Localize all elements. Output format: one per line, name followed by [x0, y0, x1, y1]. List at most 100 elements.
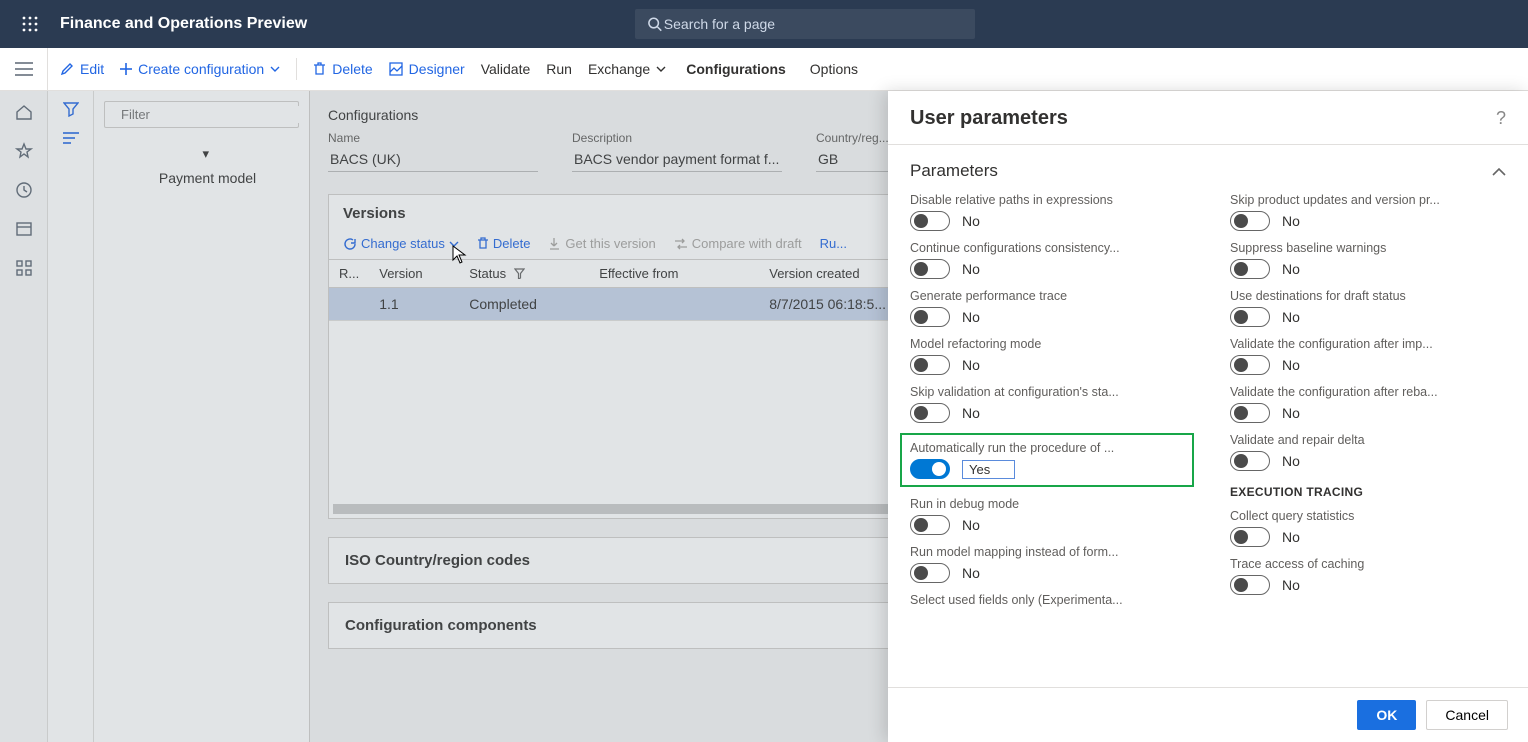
parameter-toggle[interactable] [910, 211, 950, 231]
parameter-toggle[interactable] [910, 307, 950, 327]
parameter-row: Trace access of caching No [1230, 557, 1510, 595]
parameter-row: Disable relative paths in expressions No [910, 193, 1190, 231]
hamburger-menu[interactable] [0, 48, 48, 90]
parameter-label: Suppress baseline warnings [1230, 241, 1510, 255]
parameter-value: No [962, 213, 980, 229]
parameter-toggle[interactable] [910, 563, 950, 583]
edit-button[interactable]: Edit [60, 61, 104, 77]
parameter-value: No [1282, 577, 1300, 593]
parameter-label: Validate the configuration after reba... [1230, 385, 1510, 399]
col-status[interactable]: Status [459, 260, 589, 288]
tree-filter[interactable] [104, 101, 299, 128]
col-r[interactable]: R... [329, 260, 369, 288]
download-icon [548, 237, 561, 250]
panel-title: User parameters [910, 107, 1068, 130]
designer-icon [389, 62, 403, 76]
parameter-value: No [962, 405, 980, 421]
modules-icon[interactable] [15, 259, 33, 280]
field-label-name: Name [328, 131, 538, 145]
parameter-value: No [1282, 357, 1300, 373]
parameter-label: Validate and repair delta [1230, 433, 1510, 447]
help-icon[interactable]: ? [1496, 108, 1506, 129]
chevron-up-icon[interactable] [1492, 164, 1506, 179]
field-value-name[interactable]: BACS (UK) [328, 145, 538, 172]
parameter-toggle[interactable] [910, 355, 950, 375]
parameter-toggle[interactable] [910, 515, 950, 535]
run-button[interactable]: Run [546, 61, 572, 77]
global-search[interactable] [635, 9, 975, 39]
parameter-value: No [962, 517, 980, 533]
list-lines-icon[interactable] [63, 132, 79, 147]
search-icon [647, 16, 662, 32]
parameter-toggle[interactable] [910, 259, 950, 279]
parameter-row: Validate the configuration after reba...… [1230, 385, 1510, 423]
parameter-value: Yes [962, 460, 1015, 479]
nav-tree-panel: ▾ Payment model BACS (UK) [48, 91, 310, 742]
parameter-label: Continue configurations consistency... [910, 241, 1190, 255]
home-icon[interactable] [15, 103, 33, 124]
parameter-toggle[interactable] [1230, 451, 1270, 471]
parameter-toggle[interactable] [1230, 527, 1270, 547]
delete-button[interactable]: Delete [313, 61, 372, 77]
designer-button[interactable]: Designer [389, 61, 465, 77]
col-effective[interactable]: Effective from [589, 260, 759, 288]
pencil-icon [60, 62, 74, 76]
tab-configurations[interactable]: Configurations [682, 61, 790, 77]
workspaces-icon[interactable] [15, 220, 33, 241]
parameter-label: Select used fields only (Experimenta... [910, 593, 1190, 607]
versions-delete-button[interactable]: Delete [477, 236, 531, 251]
field-value-description[interactable]: BACS vendor payment format f... [572, 145, 782, 172]
parameter-row: Skip product updates and version pr...No [1230, 193, 1510, 231]
parameter-toggle[interactable] [910, 403, 950, 423]
parameter-toggle[interactable] [1230, 355, 1270, 375]
global-search-input[interactable] [662, 15, 963, 33]
compare-icon [674, 238, 688, 250]
tree-node-payment-model[interactable]: ▾ Payment model [102, 140, 301, 742]
parameter-row: Continue configurations consistency... No [910, 241, 1190, 279]
exchange-button[interactable]: Exchange [588, 61, 666, 77]
parameter-value: No [962, 565, 980, 581]
star-icon[interactable] [15, 142, 33, 163]
execution-tracing-heading: EXECUTION TRACING [1230, 485, 1510, 499]
parameter-label: Disable relative paths in expressions [910, 193, 1190, 207]
app-launcher-icon[interactable] [12, 16, 48, 32]
parameter-row: Validate the configuration after imp...N… [1230, 337, 1510, 375]
parameter-row: Collect query statisticsNo [1230, 509, 1510, 547]
parameter-toggle[interactable] [1230, 259, 1270, 279]
parameter-value: No [1282, 453, 1300, 469]
parameter-toggle[interactable] [1230, 211, 1270, 231]
parameter-toggle[interactable] [1230, 307, 1270, 327]
chevron-down-icon [656, 66, 666, 72]
tree-filter-input[interactable] [119, 106, 299, 123]
parameter-row: Skip validation at configuration's sta..… [910, 385, 1190, 423]
parameter-value: No [1282, 261, 1300, 277]
parameter-label: Skip product updates and version pr... [1230, 193, 1510, 207]
parameter-row: Run in debug modeNo [910, 497, 1190, 535]
versions-run-button[interactable]: Ru... [820, 236, 847, 251]
validate-button[interactable]: Validate [481, 61, 531, 77]
create-configuration-button[interactable]: Create configuration [120, 61, 280, 77]
parameter-label: Trace access of caching [1230, 557, 1510, 571]
top-navbar: Finance and Operations Preview [0, 0, 1528, 48]
cancel-button[interactable]: Cancel [1426, 700, 1508, 730]
parameter-value: No [962, 261, 980, 277]
plus-icon [120, 63, 132, 75]
parameter-toggle[interactable] [1230, 403, 1270, 423]
parameter-value: No [1282, 309, 1300, 325]
left-rail [0, 91, 48, 742]
parameter-toggle[interactable] [1230, 575, 1270, 595]
chevron-down-icon [270, 66, 280, 72]
parameter-row: Run model mapping instead of form... No [910, 545, 1190, 583]
filter-funnel-icon[interactable] [63, 101, 79, 120]
app-title: Finance and Operations Preview [60, 15, 307, 33]
parameter-label: Run model mapping instead of form... [910, 545, 1190, 559]
caret-down-icon: ▾ [203, 146, 213, 162]
parameter-toggle[interactable] [910, 459, 950, 479]
ok-button[interactable]: OK [1357, 700, 1416, 730]
col-version[interactable]: Version [369, 260, 459, 288]
recent-icon[interactable] [15, 181, 33, 202]
tab-options[interactable]: Options [806, 61, 862, 77]
change-status-button[interactable]: Change status [343, 236, 459, 251]
get-this-version-button: Get this version [548, 236, 655, 251]
parameter-label: Collect query statistics [1230, 509, 1510, 523]
